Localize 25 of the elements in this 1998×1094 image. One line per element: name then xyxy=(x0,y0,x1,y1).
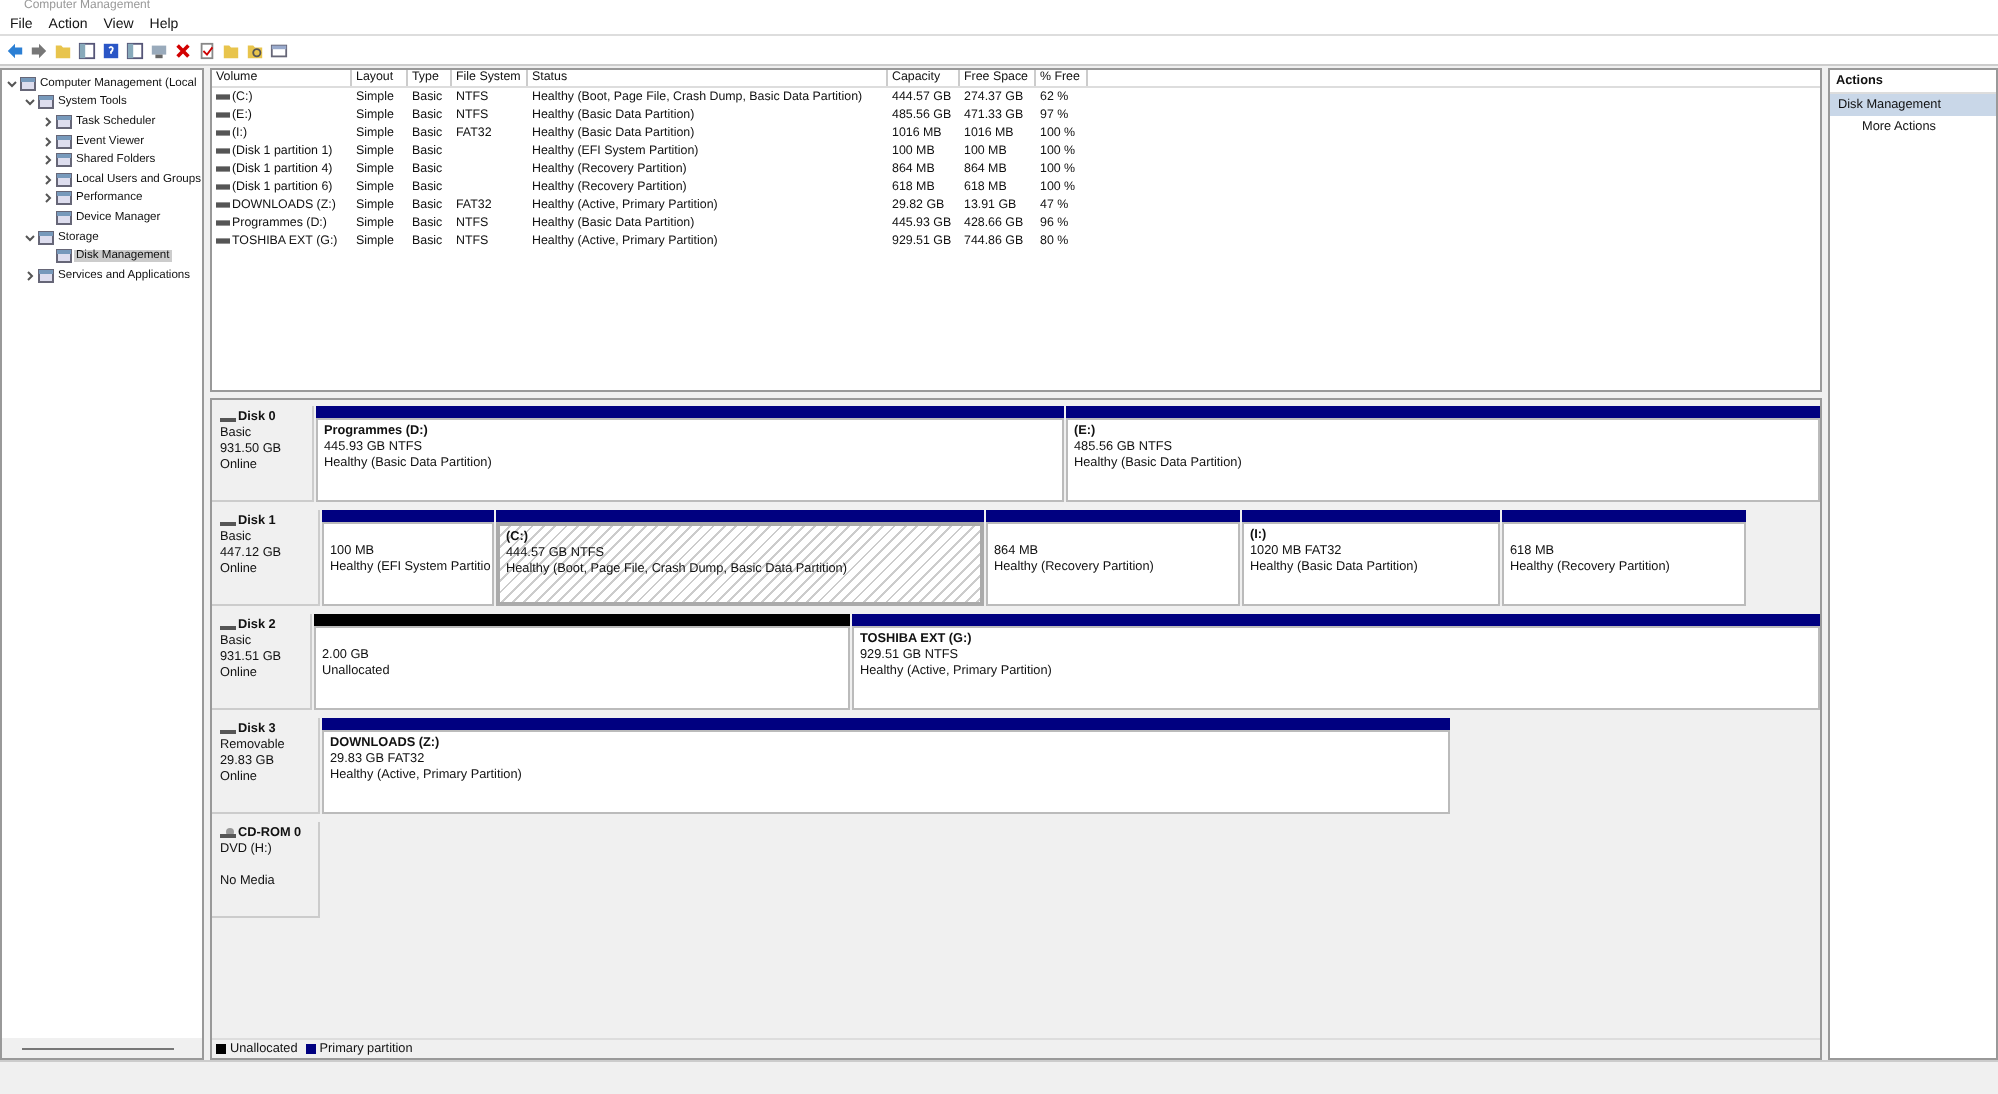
collapse-chevron-icon[interactable] xyxy=(24,231,36,244)
pane-icon[interactable] xyxy=(78,41,96,59)
help-icon[interactable] xyxy=(102,41,120,59)
pane-icon[interactable] xyxy=(126,41,144,59)
delete-icon[interactable] xyxy=(174,41,192,59)
drive-icon xyxy=(220,412,236,424)
window-icon[interactable] xyxy=(270,41,288,59)
drive-icon xyxy=(220,620,236,632)
drive-icon xyxy=(220,516,236,528)
expand-chevron-icon[interactable] xyxy=(42,135,54,148)
expand-chevron-icon[interactable] xyxy=(42,192,54,205)
forward-arrow-icon[interactable] xyxy=(30,41,48,59)
document-icon[interactable] xyxy=(198,41,216,59)
expand-chevron-icon[interactable] xyxy=(24,269,36,282)
expand-chevron-icon[interactable] xyxy=(42,173,54,186)
scrollbar-thumb[interactable] xyxy=(22,1047,174,1049)
disc-drive-icon xyxy=(220,828,236,840)
collapse-chevron-icon[interactable] xyxy=(24,96,36,109)
expand-chevron-icon[interactable] xyxy=(42,115,54,128)
expand-chevron-icon[interactable] xyxy=(42,154,54,167)
back-arrow-icon[interactable] xyxy=(6,41,24,59)
collapse-chevron-icon[interactable] xyxy=(6,77,18,90)
monitor-icon[interactable] xyxy=(150,41,168,59)
search-folder-icon[interactable] xyxy=(246,41,264,59)
drive-icon xyxy=(220,724,236,736)
